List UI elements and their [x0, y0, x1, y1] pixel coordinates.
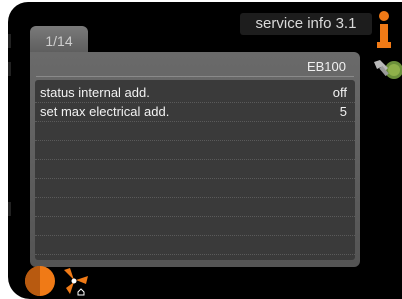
- bezel-mark: [8, 34, 11, 48]
- wrench-icon[interactable]: [372, 56, 402, 84]
- subheader-label: EB100: [306, 59, 346, 74]
- bezel-mark: [8, 202, 11, 216]
- temperature-icon[interactable]: [22, 264, 58, 298]
- list-item[interactable]: set max electrical add. 5: [35, 103, 355, 122]
- list-item-empty: [35, 217, 355, 236]
- item-name: set max electrical add.: [40, 104, 170, 119]
- fan-icon[interactable]: [62, 266, 90, 296]
- page-title: service info 3.1: [240, 13, 372, 35]
- item-value: 5: [339, 104, 347, 119]
- list-item-empty: [35, 141, 355, 160]
- list-item[interactable]: status internal add. off: [35, 84, 355, 103]
- panel-subheader: EB100: [36, 57, 354, 77]
- list-item-empty: [35, 236, 355, 255]
- info-panel: EB100 status internal add. off set max e…: [30, 52, 360, 267]
- display-screen: service info 3.1 1/14 EB100 status inter…: [8, 2, 402, 299]
- info-icon[interactable]: [375, 10, 393, 50]
- item-name: status internal add.: [40, 85, 150, 100]
- info-list: status internal add. off set max electri…: [35, 80, 355, 260]
- list-item-empty: [35, 160, 355, 179]
- bezel-mark: [8, 62, 11, 76]
- list-item-empty: [35, 122, 355, 141]
- list-item-empty: [35, 198, 355, 217]
- page-tab[interactable]: 1/14: [30, 26, 88, 54]
- list-item-empty: [35, 179, 355, 198]
- item-value: off: [332, 85, 347, 100]
